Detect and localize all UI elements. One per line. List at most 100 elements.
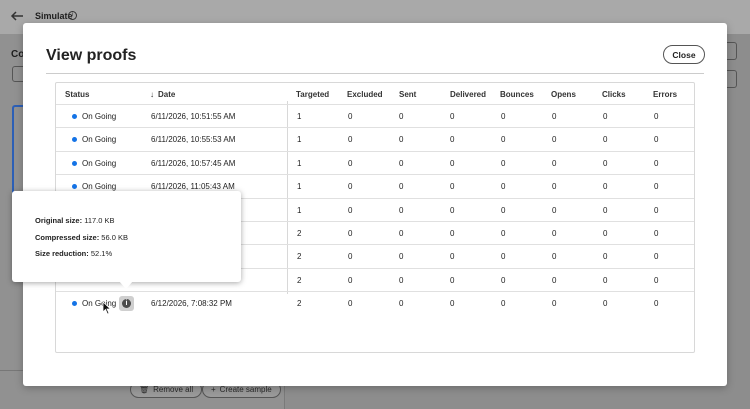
targeted-cell: 2 [297,275,302,285]
sent-cell: 0 [399,112,404,121]
bounces-cell: 0 [501,229,506,238]
delivered-cell: 0 [450,299,455,309]
info-icon[interactable]: i [68,11,77,20]
trash-icon: 🗑 [139,385,150,394]
opens-cell: 0 [552,135,557,145]
date-cell: 6/11/2026, 10:51:55 AM [151,112,236,121]
errors-cell: 0 [654,229,659,238]
table-row[interactable]: On Going 6/11/2026, 10:51:55 AM 1 0 0 0 0 0 0 0 [56,104,694,127]
excluded-cell: 0 [348,112,353,121]
clicks-cell: 0 [603,158,608,168]
clicks-cell: 0 [603,182,608,192]
size-reduction-line: Size reduction: 52.1% [35,249,113,258]
bounces-cell: 0 [501,158,506,168]
back-arrow-icon[interactable] [10,9,24,23]
errors-cell: 0 [654,299,659,309]
errors-cell: 0 [654,112,659,121]
column-header-delivered[interactable]: Delivered [450,90,486,99]
status-dot-icon [72,184,77,190]
clicks-cell: 0 [603,205,608,215]
pointer-cursor-icon [102,301,112,315]
opens-cell: 0 [552,112,557,121]
status-dot-icon [72,114,77,119]
targeted-cell: 1 [297,205,302,215]
bounces-cell: 0 [501,252,506,262]
delivered-cell: 0 [450,252,455,262]
column-header-bounces[interactable]: Bounces [500,90,534,99]
column-header-excluded[interactable]: Excluded [347,90,383,99]
column-header-targeted[interactable]: Targeted [296,90,329,99]
delivered-cell: 0 [450,135,455,145]
column-header-date[interactable]: ↓ Date [150,90,175,99]
bounces-cell: 0 [501,205,506,215]
delivered-cell: 0 [450,275,455,285]
bounces-cell: 0 [501,112,506,121]
targeted-cell: 1 [297,158,302,168]
sent-cell: 0 [399,299,404,309]
app-title: Simulate [35,11,73,21]
excluded-cell: 0 [348,229,353,238]
excluded-cell: 0 [348,299,353,309]
column-header-errors[interactable]: Errors [653,90,677,99]
sent-cell: 0 [399,275,404,285]
errors-cell: 0 [654,205,659,215]
status-cell: On Going [82,135,117,145]
targeted-cell: 1 [297,135,302,145]
column-header-sent[interactable]: Sent [399,90,416,99]
table-row[interactable]: On Going 6/11/2026, 10:57:45 AM 1 0 0 0 0 0 0 0 [56,150,694,174]
info-icon[interactable]: i [119,296,134,312]
status-cell: On Going [82,112,117,121]
sent-cell: 0 [399,135,404,145]
date-cell: 6/12/2026, 7:08:32 PM [151,299,232,309]
bounces-cell: 0 [501,135,506,145]
modal-title: View proofs [46,47,137,64]
errors-cell: 0 [654,275,659,285]
clicks-cell: 0 [603,299,608,309]
original-size-line: Original size: 117.0 KB [35,216,115,225]
date-cell: 6/11/2026, 10:57:45 AM [151,158,236,168]
date-cell: 6/11/2026, 11:05:43 AM [151,182,235,192]
delivered-cell: 0 [450,229,455,238]
column-header-status[interactable]: Status [65,90,89,99]
sent-cell: 0 [399,182,404,192]
opens-cell: 0 [552,275,557,285]
remove-all-label: Remove all [153,385,194,394]
delivered-cell: 0 [450,158,455,168]
tooltip-arrow [119,281,133,289]
table-row[interactable]: On Going i 6/12/2026, 7:08:32 PM 2 0 0 0 0 0 0 0 [56,291,694,314]
targeted-cell: 2 [297,252,302,262]
close-button[interactable]: Close [663,45,705,64]
bounces-cell: 0 [501,299,506,309]
right-secondary-button[interactable] [727,70,737,88]
delivered-cell: 0 [450,182,455,192]
modal-divider [46,73,704,74]
opens-cell: 0 [552,205,557,215]
targeted-cell: 2 [297,299,302,309]
compression-info-tooltip: Original size: 117.0 KB Compressed size:… [12,191,241,289]
clicks-cell: 0 [603,252,608,262]
errors-cell: 0 [654,252,659,262]
delivered-cell: 0 [450,205,455,215]
excluded-cell: 0 [348,275,353,285]
create-sample-label: Create sample [219,385,272,394]
clicks-cell: 0 [603,112,608,121]
excluded-cell: 0 [348,205,353,215]
status-dot-icon [72,137,77,143]
excluded-cell: 0 [348,158,353,168]
errors-cell: 0 [654,182,659,192]
table-row[interactable]: On Going 6/11/2026, 10:55:53 AM 1 0 0 0 0 0 0 0 [56,127,694,150]
date-cell: 6/11/2026, 10:55:53 AM [151,135,236,145]
status-dot-icon [72,160,77,166]
targeted-cell: 2 [297,229,302,238]
opens-cell: 0 [552,252,557,262]
excluded-cell: 0 [348,252,353,262]
excluded-cell: 0 [348,182,353,192]
sent-cell: 0 [399,229,404,238]
column-header-clicks[interactable]: Clicks [602,90,626,99]
right-action-button[interactable] [727,42,737,60]
info-glyph: i [122,299,131,309]
targeted-cell: 1 [297,182,302,192]
opens-cell: 0 [552,299,557,309]
clicks-cell: 0 [603,275,608,285]
column-header-opens[interactable]: Opens [551,90,576,99]
